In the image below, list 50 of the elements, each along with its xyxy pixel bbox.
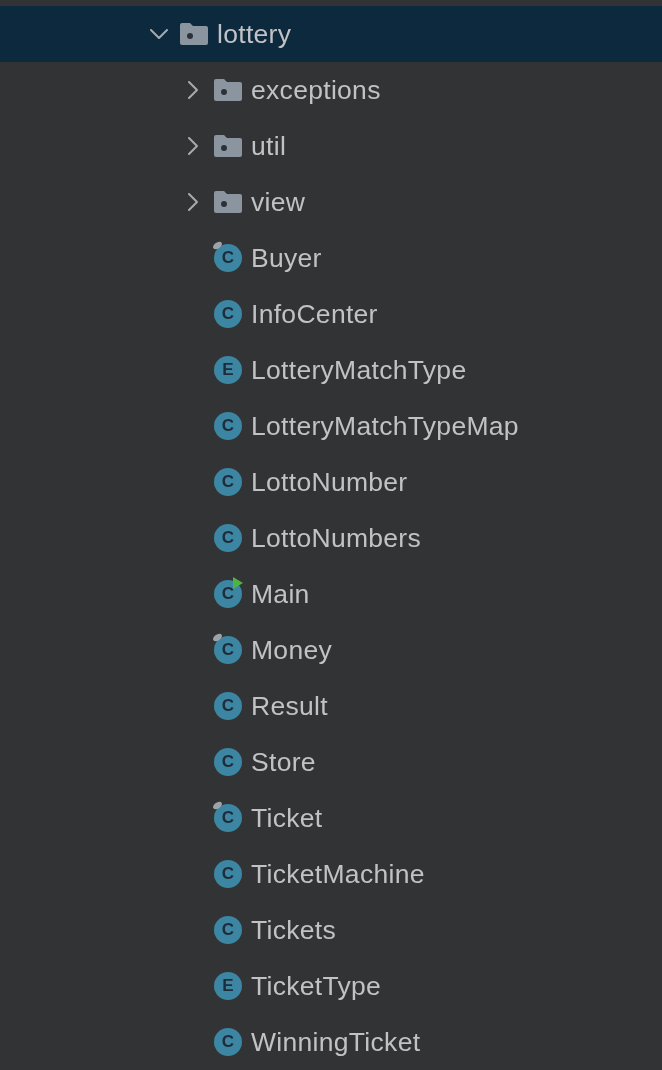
tree-row[interactable]: C Main [0,566,662,622]
file-name: Money [251,634,333,666]
tree-row[interactable]: lottery [0,6,662,62]
tree-row[interactable]: C Store [0,734,662,790]
file-name: Main [251,578,310,610]
tree-row[interactable]: exceptions [0,62,662,118]
folder-icon [214,135,242,157]
class-icon: C [212,633,243,664]
tree-row[interactable]: C LotteryMatchTypeMap [0,398,662,454]
class-icon: C [212,577,243,608]
class-icon: C [212,801,243,832]
tree-row[interactable]: C WinningTicket [0,1014,662,1070]
file-name: TicketType [251,970,382,1002]
tree-row[interactable]: view [0,174,662,230]
file-name: LotteryMatchTypeMap [251,410,519,442]
tree-row[interactable]: C Ticket [0,790,662,846]
tree-row[interactable]: C LottoNumbers [0,510,662,566]
file-name: LotteryMatchType [251,354,467,386]
folder-name: exceptions [251,74,381,106]
tree-row[interactable]: C InfoCenter [0,286,662,342]
chevron-icon[interactable] [188,137,198,155]
tree-row[interactable]: C Money [0,622,662,678]
chevron-icon[interactable] [150,29,168,39]
file-name: LottoNumbers [251,522,422,554]
chevron-icon[interactable] [188,81,198,99]
file-name: LottoNumber [251,466,408,498]
tree-row[interactable]: util [0,118,662,174]
tree-row[interactable]: E LotteryMatchType [0,342,662,398]
tree-row[interactable]: C TicketMachine [0,846,662,902]
folder-name: view [251,186,306,218]
tree-row[interactable]: C LottoNumber [0,454,662,510]
folder-icon [214,191,242,213]
file-name: TicketMachine [251,858,425,890]
folder-name: util [251,130,287,162]
folder-name: lottery [217,18,292,50]
class-icon: C [212,241,243,272]
tree-row[interactable]: C Tickets [0,902,662,958]
tree-row[interactable]: E TicketType [0,958,662,1014]
file-name: Buyer [251,242,322,274]
folder-icon [214,79,242,101]
tree-row[interactable]: C Buyer [0,230,662,286]
chevron-icon[interactable] [188,193,198,211]
file-name: Ticket [251,802,323,834]
file-name: Result [251,690,328,722]
file-name: Tickets [251,914,337,946]
file-name: WinningTicket [251,1026,421,1058]
tree-row[interactable]: C Result [0,678,662,734]
file-name: Store [251,746,316,778]
folder-icon [180,23,208,45]
file-name: InfoCenter [251,298,378,330]
